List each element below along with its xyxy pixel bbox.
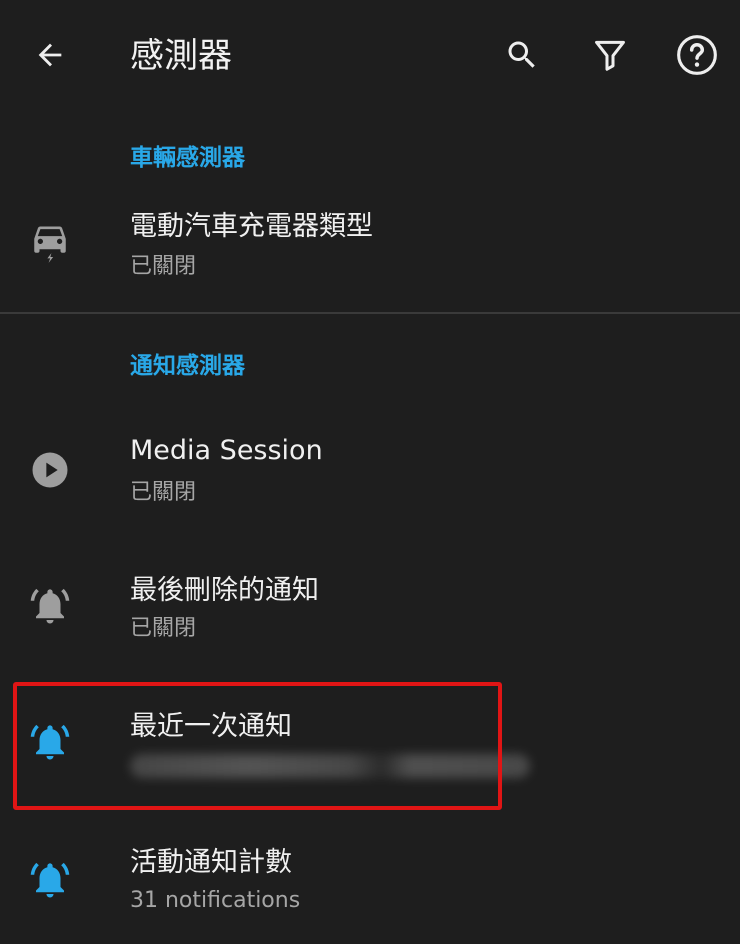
sensor-item-title: 電動汽車充電器類型: [130, 211, 373, 242]
filter-button[interactable]: [582, 27, 638, 83]
sensor-item-title: 活動通知計數: [130, 847, 292, 878]
section-divider: [0, 312, 740, 314]
app-bar: 感測器: [0, 0, 740, 112]
section-header-vehicle: 車輛感測器: [130, 145, 245, 171]
sensor-item-summary: 已關閉: [130, 480, 197, 505]
sensor-item-last-removed-notification[interactable]: 最後刪除的通知 已關閉: [0, 560, 740, 670]
car-electric-icon: [28, 222, 72, 266]
sensor-item-title: Media Session: [130, 435, 323, 466]
filter-icon: [595, 40, 625, 71]
section-header-notification: 通知感測器: [130, 353, 245, 379]
arrow-back-icon: [38, 43, 62, 67]
back-button[interactable]: [22, 27, 78, 83]
bell-ring-icon: [28, 858, 72, 902]
page-title: 感測器: [130, 36, 232, 76]
sensor-item-title: 最後刪除的通知: [130, 575, 319, 606]
sensor-item-summary: 已關閉: [130, 616, 197, 641]
sensor-item-summary: 31 notifications: [130, 888, 301, 913]
search-icon: [508, 41, 535, 68]
help-button[interactable]: [669, 27, 725, 83]
sensor-item-summary: 已關閉: [130, 254, 197, 279]
sensor-item-ev-charger-type[interactable]: 電動汽車充電器類型 已關閉: [0, 196, 740, 296]
help-circle-icon: [677, 35, 717, 75]
bell-ring-icon: [28, 584, 72, 628]
sensor-item-media-session[interactable]: Media Session 已關閉: [0, 420, 740, 530]
play-circle-icon: [28, 448, 72, 492]
sensor-item-active-notification-count[interactable]: 活動通知計數 31 notifications: [0, 836, 740, 936]
search-button[interactable]: [494, 27, 550, 83]
highlight-annotation: [13, 682, 502, 810]
